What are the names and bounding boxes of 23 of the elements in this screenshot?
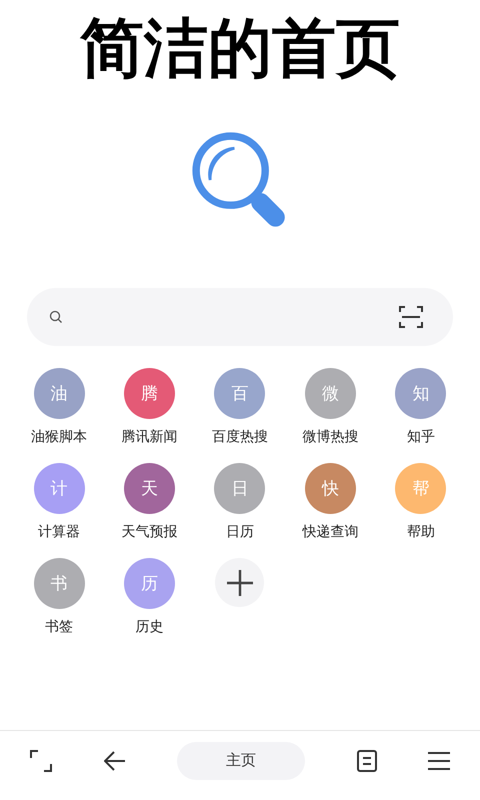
scan-icon[interactable] [399, 305, 423, 329]
shortcut-label[interactable]: 日历 [226, 522, 254, 542]
home-button[interactable]: 主页 [177, 742, 305, 780]
shortcut-label[interactable]: 知乎 [406, 427, 435, 447]
plus-icon [226, 568, 254, 596]
page-heading: 简洁的首页 [80, 11, 400, 88]
tabs-icon[interactable] [356, 750, 376, 772]
shortcut-label[interactable]: 快递查询 [302, 522, 358, 542]
shortcut-label[interactable]: 腾讯新闻 [122, 427, 178, 447]
menu-icon[interactable] [428, 752, 450, 770]
shortcut-label[interactable]: 百度热搜 [212, 427, 268, 447]
add-button[interactable] [215, 558, 264, 607]
shortcut-label[interactable]: 微博热搜 [302, 427, 358, 447]
fullscreen-icon[interactable] [30, 750, 52, 772]
search-icon [49, 310, 63, 324]
shortcut-label[interactable]: 历史 [136, 617, 164, 637]
shortcut-label[interactable]: 油猴脚本 [31, 427, 88, 447]
shortcut-label[interactable]: 帮助 [406, 522, 435, 542]
shortcut-label[interactable]: 天气预报 [122, 522, 178, 542]
shortcut-label[interactable]: 书签 [45, 617, 74, 637]
shortcut-icon[interactable]: 天 [124, 463, 176, 514]
shortcut-label[interactable]: 计算器 [38, 522, 80, 542]
back-icon[interactable] [104, 750, 126, 770]
